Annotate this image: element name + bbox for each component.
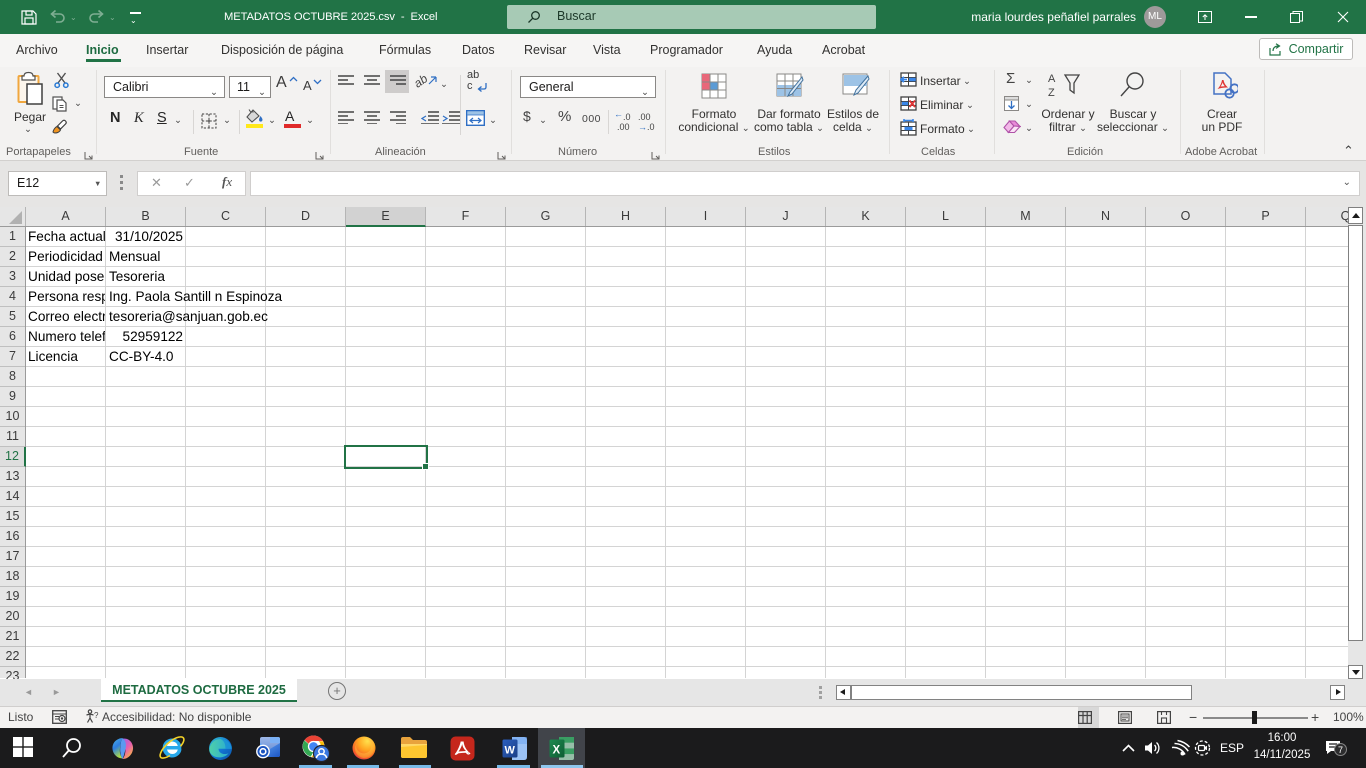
- svg-text:W: W: [505, 745, 516, 757]
- svg-text:X: X: [553, 745, 561, 757]
- svg-text:Z: Z: [1048, 87, 1055, 99]
- svg-text:A: A: [1048, 73, 1056, 85]
- svg-text:?: ?: [94, 711, 99, 720]
